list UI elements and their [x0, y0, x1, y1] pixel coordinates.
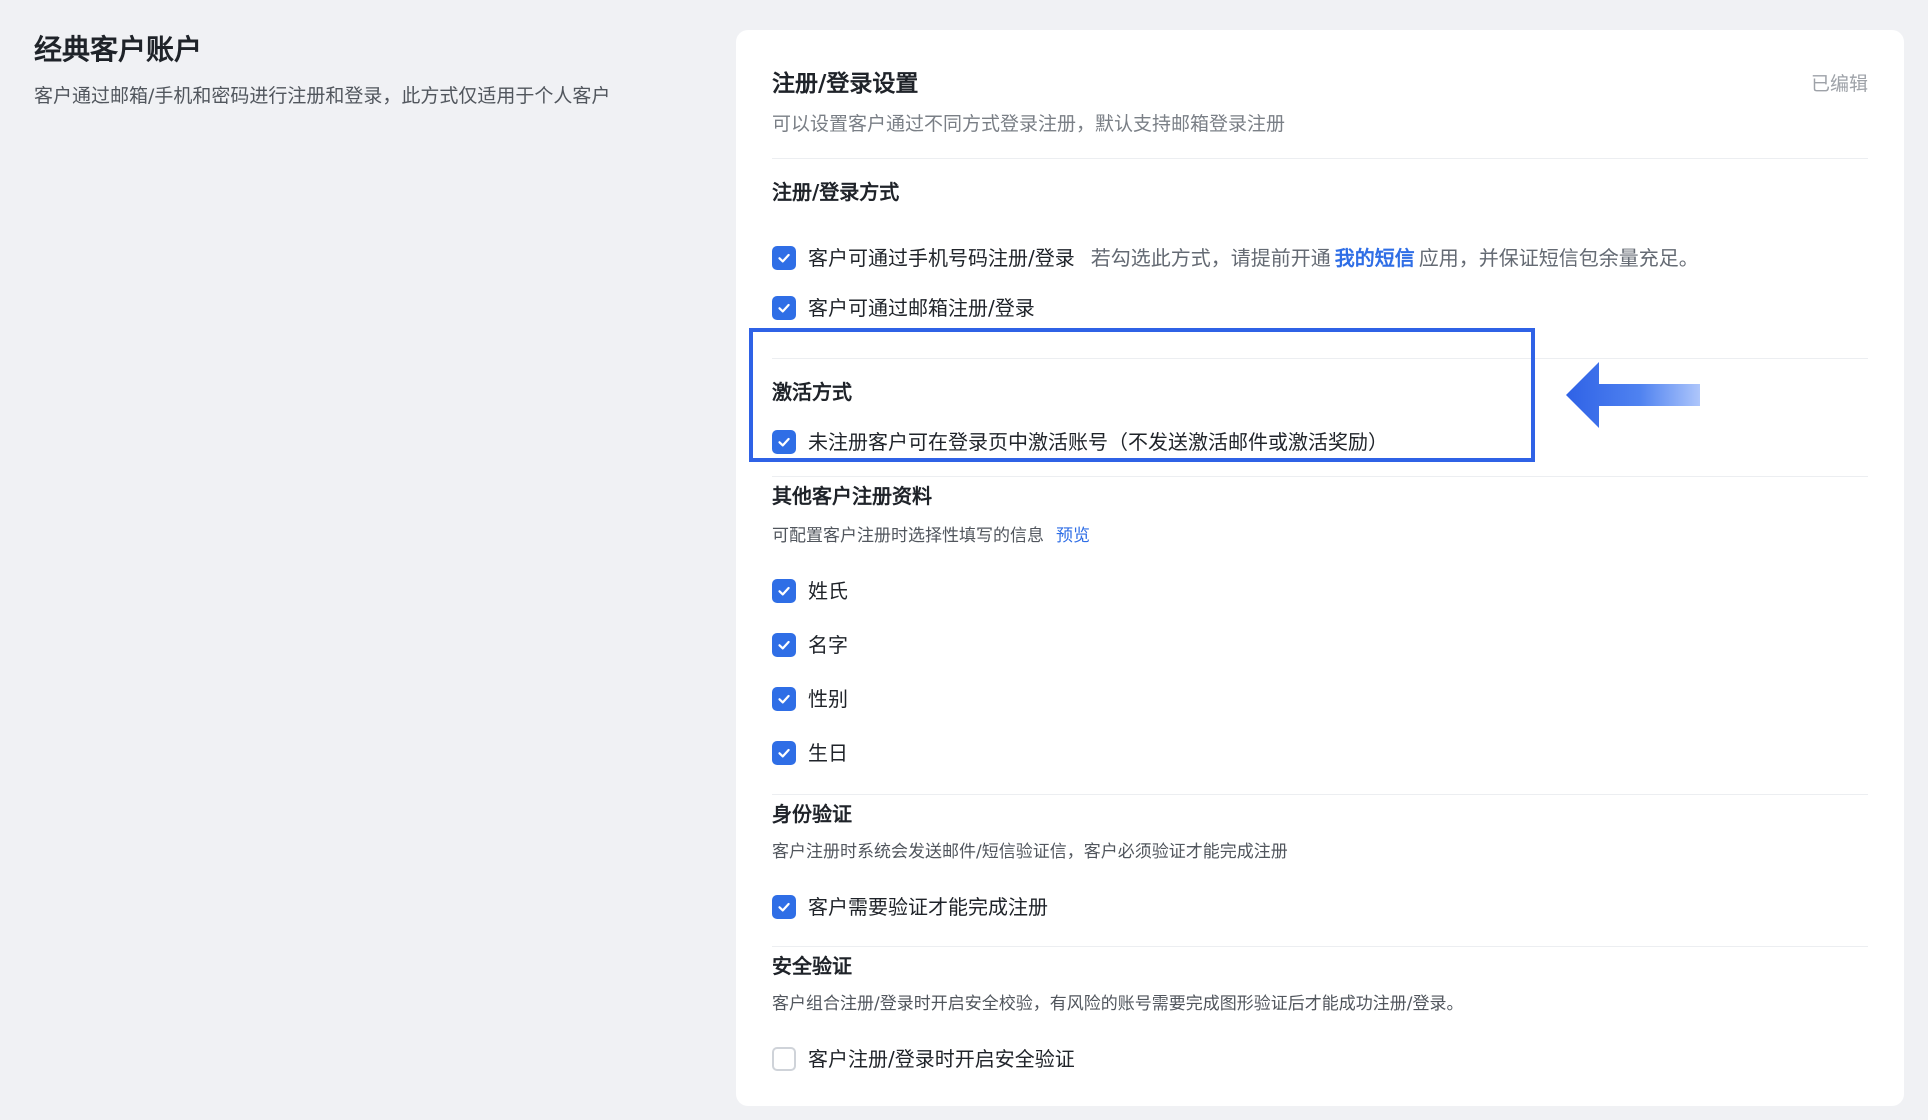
security-checkbox[interactable]	[772, 1047, 796, 1071]
identity-description: 客户注册时系统会发送邮件/短信验证信，客户必须验证才能完成注册	[772, 842, 1288, 862]
field-option-gender[interactable]: 性别	[772, 683, 848, 715]
security-description: 客户组合注册/登录时开启安全校验，有风险的账号需要完成图形验证后才能成功注册/登…	[772, 994, 1464, 1014]
security-label: 客户注册/登录时开启安全验证	[808, 1047, 1075, 1071]
security-option[interactable]: 客户注册/登录时开启安全验证	[772, 1043, 1075, 1075]
divider	[772, 794, 1868, 795]
phone-login-checkbox[interactable]	[772, 246, 796, 270]
check-icon	[778, 640, 790, 650]
identity-option[interactable]: 客户需要验证才能完成注册	[772, 891, 1048, 923]
birthday-label: 生日	[808, 741, 848, 765]
divider	[772, 946, 1868, 947]
email-login-checkbox[interactable]	[772, 296, 796, 320]
gender-label: 性别	[808, 687, 848, 711]
last-name-label: 姓氏	[808, 579, 848, 603]
page-title: 经典客户账户	[34, 33, 203, 66]
phone-login-label: 客户可通过手机号码注册/登录	[808, 246, 1075, 270]
phone-login-option[interactable]: 客户可通过手机号码注册/登录 若勾选此方式，请提前开通 我的短信 应用，并保证短信包…	[772, 242, 1699, 274]
activation-highlight-box	[749, 328, 1535, 462]
edited-status: 已编辑	[1810, 73, 1868, 95]
preview-link[interactable]: 预览	[1056, 526, 1090, 546]
check-icon	[778, 748, 790, 758]
security-title: 安全验证	[772, 954, 852, 978]
identity-checkbox[interactable]	[772, 895, 796, 919]
field-option-birthday[interactable]: 生日	[772, 737, 848, 769]
check-icon	[778, 902, 790, 912]
classic-account-intro: 经典客户账户 客户通过邮箱/手机和密码进行注册和登录，此方式仅适用于个人客户	[34, 28, 654, 113]
identity-title: 身份验证	[772, 802, 852, 826]
gender-checkbox[interactable]	[772, 687, 796, 711]
divider	[772, 158, 1868, 159]
field-option-last-name[interactable]: 姓氏	[772, 575, 848, 607]
email-login-option[interactable]: 客户可通过邮箱注册/登录	[772, 292, 1035, 324]
other-info-description: 可配置客户注册时选择性填写的信息 预览	[772, 522, 1090, 550]
last-name-checkbox[interactable]	[772, 579, 796, 603]
page-description: 客户通过邮箱/手机和密码进行注册和登录，此方式仅适用于个人客户	[34, 85, 611, 107]
check-icon	[778, 303, 790, 313]
other-info-title: 其他客户注册资料	[772, 484, 932, 508]
other-info-description-text: 可配置客户注册时选择性填写的信息	[772, 526, 1044, 546]
field-option-first-name[interactable]: 名字	[772, 629, 848, 661]
birthday-checkbox[interactable]	[772, 741, 796, 765]
arrow-left-icon	[1566, 362, 1700, 428]
card-title: 注册/登录设置	[772, 71, 919, 97]
email-login-label: 客户可通过邮箱注册/登录	[808, 296, 1035, 320]
phone-login-hint: 若勾选此方式，请提前开通 我的短信 应用，并保证短信包余量充足。	[1091, 242, 1699, 274]
check-icon	[778, 586, 790, 596]
my-sms-link[interactable]: 我的短信	[1335, 246, 1415, 270]
card-description: 可以设置客户通过不同方式登录注册，默认支持邮箱登录注册	[772, 113, 1286, 135]
check-icon	[778, 694, 790, 704]
check-icon	[778, 253, 790, 263]
settings-card: 注册/登录设置 已编辑 可以设置客户通过不同方式登录注册，默认支持邮箱登录注册 …	[736, 30, 1904, 1106]
identity-label: 客户需要验证才能完成注册	[808, 895, 1048, 919]
first-name-checkbox[interactable]	[772, 633, 796, 657]
login-methods-title: 注册/登录方式	[772, 180, 900, 204]
hint-suffix: 应用，并保证短信包余量充足。	[1418, 246, 1699, 270]
first-name-label: 名字	[808, 633, 848, 657]
divider	[772, 476, 1868, 477]
hint-prefix: 若勾选此方式，请提前开通	[1090, 246, 1331, 270]
